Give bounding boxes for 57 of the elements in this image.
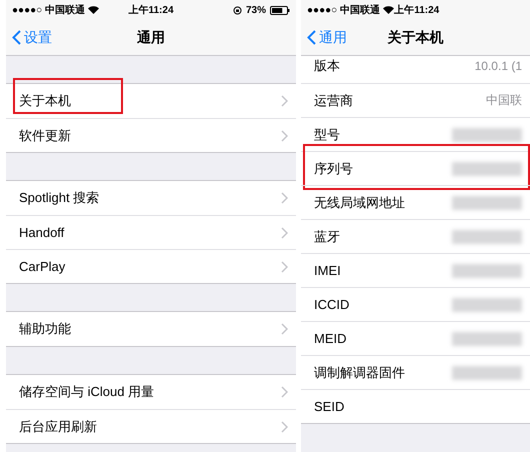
lock-rotation-icon [232,6,242,14]
screen-title: 关于本机 [388,28,444,46]
signal-dots: ●●●●○ [12,4,42,16]
row-label: Spotlight 搜索 [19,189,100,207]
row-label: 辅助功能 [19,320,72,338]
back-button[interactable]: 设置 [6,28,52,46]
row-label: 运营商 [314,92,354,110]
settings-row[interactable]: CarPlay [6,249,296,283]
row-label: 版本 [314,57,341,75]
wifi-icon [88,6,100,14]
row-label: SEID [314,399,346,414]
settings-row[interactable]: SEID [301,389,530,423]
battery-percent: 73% [246,4,266,16]
settings-row[interactable]: Handoff [6,215,296,249]
settings-row[interactable]: MEID [301,321,530,355]
row-label: CarPlay [19,259,66,274]
settings-row[interactable]: ICCID [301,287,530,321]
settings-row[interactable]: 序列号 [301,151,530,185]
settings-row[interactable]: 关于本机 [6,84,296,118]
settings-row[interactable]: 储存空间与 iCloud 用量 [6,375,296,409]
row-value: 中国联 [486,92,522,109]
clock: 上午11:24 [128,4,174,17]
row-label: 无线局域网地址 [314,194,406,212]
clock: 上午11:24 [394,4,440,17]
wifi-icon [383,6,394,14]
row-label: IMEI [314,263,342,278]
settings-row[interactable]: 无线局域网地址 [301,185,530,219]
row-value: 10.0.1 (1 [474,59,522,73]
settings-row[interactable]: 蓝牙 [301,219,530,253]
back-chevron-icon [307,30,316,45]
row-label: 型号 [314,126,341,144]
settings-row[interactable]: 运营商 中国联 [301,83,530,117]
back-chevron-icon [12,30,21,45]
battery-icon [270,6,290,14]
settings-row[interactable]: 辅助功能 [6,312,296,346]
row-label: 关于本机 [19,92,72,110]
row-label: ICCID [314,297,350,312]
row-label: 储存空间与 iCloud 用量 [19,383,156,401]
settings-row[interactable]: 后台应用刷新 [6,409,296,443]
row-label: 序列号 [314,160,354,178]
row-label: Handoff [19,225,66,240]
carrier-name: 中国联通 [340,4,380,17]
settings-row[interactable]: 版本 10.0.1 (1 [301,56,530,83]
row-label: MEID [314,331,348,346]
row-label: 调制解调器固件 [314,364,406,382]
row-label: 后台应用刷新 [19,418,98,436]
row-label: 软件更新 [19,126,72,144]
settings-row[interactable]: IMEI [301,253,530,287]
row-label: 蓝牙 [314,228,341,246]
settings-row[interactable]: Spotlight 搜索 [6,181,296,215]
screen-title: 通用 [137,28,165,46]
signal-dots: ●●●●○ [307,4,338,16]
settings-row[interactable]: 软件更新 [6,118,296,152]
settings-row[interactable]: 调制解调器固件 [301,355,530,389]
settings-row[interactable]: 型号 [301,117,530,151]
carrier-name: 中国联通 [45,4,86,17]
back-button[interactable]: 通用 [301,28,347,46]
